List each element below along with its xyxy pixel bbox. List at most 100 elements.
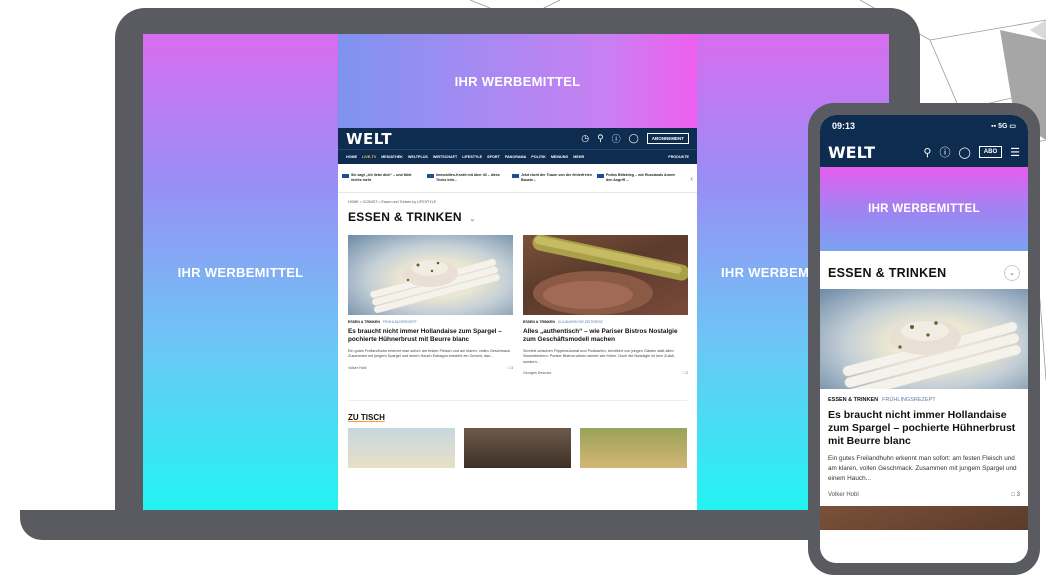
ad-label: IHR WERBEMITTEL (177, 264, 304, 280)
subscribe-button[interactable]: ABO (978, 146, 1003, 158)
comments-number: 2 (686, 371, 688, 376)
article-tag[interactable]: ESSEN & TRINKEN (523, 320, 555, 324)
nav-item-panorama[interactable]: PANORAMA (505, 155, 526, 159)
comments-number: 3 (511, 365, 513, 370)
ticker-item[interactable]: Sie sagt „Ich liebe dich“ – und fühlt ni… (342, 173, 422, 182)
article-image[interactable] (523, 235, 688, 315)
main-nav: HOME LIVE-TV MEDIATHEK WELTPLUS WIRTSCHA… (338, 149, 697, 164)
welt-logo[interactable]: WELT (346, 130, 392, 148)
welt-page: IHR WERBEMITTEL WELT ◷ ⚲ ⓘ ◯ ABONNEMENT … (338, 34, 697, 510)
video-badge-icon (512, 174, 519, 179)
chevron-down-icon[interactable]: ⌄ (470, 216, 476, 223)
mobile-ad-banner[interactable]: IHR WERBEMITTEL (820, 167, 1028, 251)
article-image[interactable] (348, 235, 513, 315)
clock-icon[interactable]: ◷ (581, 133, 589, 144)
comments-count[interactable]: □ 2 (683, 371, 688, 375)
article-author[interactable]: Georges Desrues (523, 371, 551, 375)
breadcrumb[interactable]: HOME > ICONIST > Essen und Trinken by LI… (338, 193, 697, 204)
article-tag[interactable]: ESSEN & TRINKEN (828, 397, 878, 403)
chevron-down-icon[interactable]: ⌄ (1004, 265, 1020, 281)
ticker-item[interactable]: Immobilien-Kredit mit über 40 – diese Tr… (427, 173, 507, 182)
article-author[interactable]: Volker Hobl (348, 366, 366, 370)
chevron-left-icon[interactable]: ‹ (690, 174, 693, 183)
section-header: ESSEN & TRINKEN ⌄ (820, 251, 1028, 281)
article-subtag[interactable]: FRÜHLINGSREZEPT (383, 320, 417, 324)
next-article-image[interactable] (820, 506, 1028, 531)
article-card[interactable]: ESSEN & TRINKEN KULINARISCHE ZEITREISE A… (523, 235, 688, 375)
section-heading[interactable]: ZU TISCH (348, 413, 687, 422)
article-tags: ESSEN & TRINKEN FRÜHLINGSREZEPT (820, 389, 1028, 403)
article-image[interactable] (820, 289, 1028, 389)
ticker-item[interactable]: Putins Blitzkrieg – wie Russlands Armee … (597, 173, 677, 182)
top-ad-banner[interactable]: IHR WERBEMITTEL (338, 34, 697, 128)
welt-logo[interactable]: WELT (828, 143, 875, 162)
battery-icon: ▭ (1009, 123, 1016, 130)
nav-item-sport[interactable]: SPORT (487, 155, 500, 159)
nav-item-meinung[interactable]: MEINUNG (551, 155, 568, 159)
article-tags: ESSEN & TRINKEN FRÜHLINGSREZEPT (348, 320, 513, 324)
user-icon[interactable]: ◯ (629, 133, 639, 144)
phone-screen: 09:13 ▪▪ 5G ▭ WELT ⚲ ⓘ ◯ ABO ☰ IHR WERBE… (820, 115, 1028, 563)
ticker-item[interactable]: Jetzt rächt der Traum von der fehlerfrei… (512, 173, 592, 182)
laptop-screen: IHR WERBEMITTEL IHR WERBEMITTEL WELT ◷ ⚲… (143, 34, 889, 510)
article-footer: Georges Desrues □ 2 (523, 371, 688, 375)
nav-item-home[interactable]: HOME (346, 155, 357, 159)
article-title[interactable]: Es braucht nicht immer Hollandaise zum S… (820, 403, 1028, 448)
status-bar: 09:13 ▪▪ 5G ▭ (820, 115, 1028, 137)
article-tag[interactable]: ESSEN & TRINKEN (348, 320, 380, 324)
article-grid: ESSEN & TRINKEN FRÜHLINGSREZEPT Es brauc… (338, 224, 697, 375)
page-title-text: ESSEN & TRINKEN (348, 210, 462, 224)
laptop-base (20, 510, 940, 540)
article-summary: Ein gutes Freilandhuhn erkennt man sofor… (348, 348, 511, 359)
video-badge-icon (342, 174, 349, 179)
nav-item-lifestyle[interactable]: LIFESTYLE (462, 155, 482, 159)
teaser-image[interactable] (348, 428, 455, 469)
user-icon[interactable]: ◯ (958, 146, 970, 159)
nav-item-weltplus[interactable]: WELTPLUS (408, 155, 428, 159)
status-time: 09:13 (832, 121, 856, 131)
teaser-image[interactable] (464, 428, 571, 469)
phone-frame: 09:13 ▪▪ 5G ▭ WELT ⚲ ⓘ ◯ ABO ☰ IHR WERBE… (808, 103, 1040, 575)
article-subtag[interactable]: KULINARISCHE ZEITREISE (558, 320, 603, 324)
article-author[interactable]: Volker Hobl (828, 492, 859, 498)
info-icon[interactable]: ⓘ (939, 144, 950, 160)
article-summary: Ein gutes Freilandhuhn erkennt man sofor… (828, 455, 1017, 483)
news-ticker: Sie sagt „Ich liebe dich“ – und fühlt ni… (338, 164, 697, 193)
network-label: 5G (998, 123, 1008, 130)
nav-item-produkte[interactable]: PRODUKTE (668, 155, 689, 159)
welt-header: WELT ⚲ ⓘ ◯ ABO ☰ (820, 137, 1028, 167)
nav-item-wirtschaft[interactable]: WIRTSCHAFT (433, 155, 457, 159)
video-badge-icon (427, 174, 434, 179)
comments-count[interactable]: □ 3 (508, 366, 513, 370)
teaser-image[interactable] (580, 428, 687, 469)
ad-label: IHR WERBEMITTEL (454, 73, 581, 89)
article-footer: Volker Hobl □ 3 (348, 366, 513, 370)
nav-item-mediathek[interactable]: MEDIATHEK (381, 155, 403, 159)
article-title[interactable]: Es braucht nicht immer Hollandaise zum S… (348, 328, 513, 345)
article-subtag[interactable]: FRÜHLINGSREZEPT (882, 397, 935, 403)
subscribe-button[interactable]: ABONNEMENT (646, 133, 689, 144)
status-indicators: ▪▪ 5G ▭ (991, 122, 1016, 130)
zu-tisch-section: ZU TISCH (348, 400, 687, 469)
ad-label: IHR WERBEMITTEL (868, 203, 980, 215)
comments-number: 3 (1016, 492, 1020, 499)
info-icon[interactable]: ⓘ (612, 132, 621, 145)
article-title[interactable]: Alles „authentisch“ – wie Pariser Bistro… (523, 328, 688, 345)
article-card[interactable]: ESSEN & TRINKEN FRÜHLINGSREZEPT Es brauc… (348, 235, 513, 375)
food-illustration (532, 235, 688, 315)
food-illustration (842, 319, 1022, 389)
comments-count[interactable]: □ 3 (1011, 492, 1020, 498)
video-badge-icon (597, 174, 604, 179)
header-icons: ⚲ ⓘ ◯ ABO ☰ (923, 144, 1020, 160)
page-title: ESSEN & TRINKEN (828, 266, 947, 280)
article-footer: Volker Hobl □ 3 (820, 484, 1028, 498)
menu-icon[interactable]: ☰ (1010, 146, 1020, 159)
nav-item-politik[interactable]: POLITIK (531, 155, 546, 159)
search-icon[interactable]: ⚲ (597, 133, 604, 144)
nav-item-mehr[interactable]: MEHR (573, 155, 584, 159)
search-icon[interactable]: ⚲ (923, 146, 931, 159)
header-icons: ◷ ⚲ ⓘ ◯ ABONNEMENT (581, 132, 689, 145)
left-ad-banner[interactable]: IHR WERBEMITTEL (143, 34, 338, 510)
nav-item-live-tv[interactable]: LIVE-TV (362, 155, 376, 159)
page-title: ESSEN & TRINKEN ⌄ (338, 204, 697, 224)
